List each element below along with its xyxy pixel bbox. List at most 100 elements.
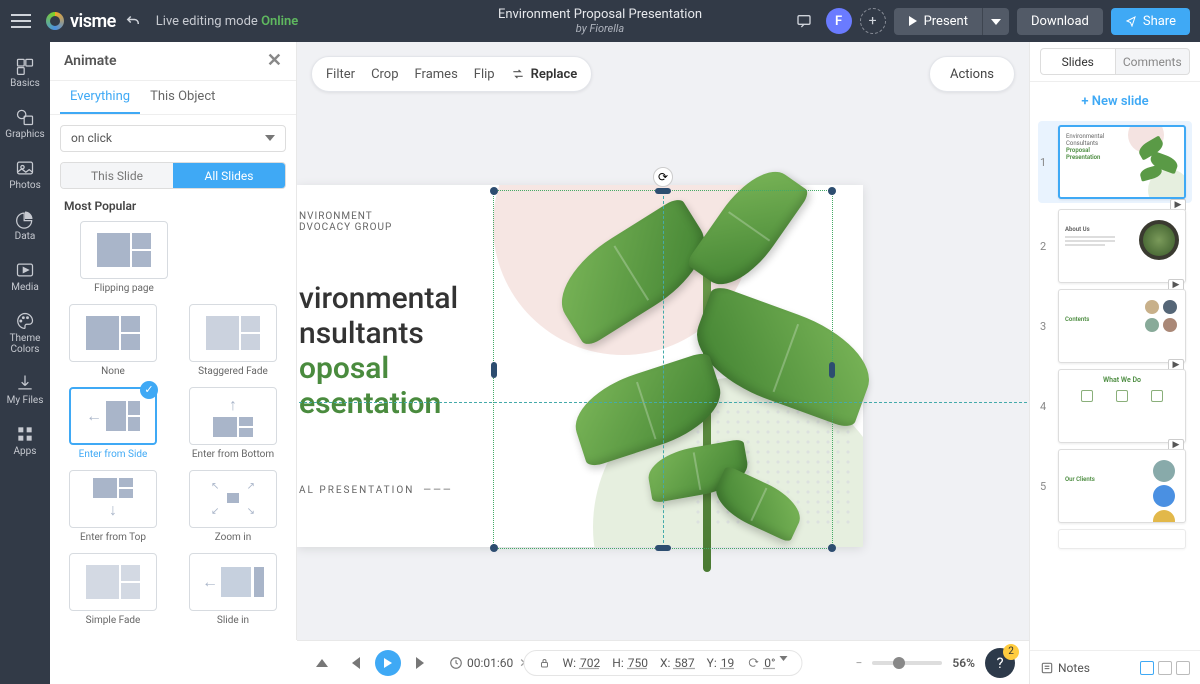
tab-this-object[interactable]: This Object xyxy=(140,81,225,114)
anim-staggered-fade[interactable]: Staggered Fade xyxy=(180,304,286,377)
anim-enter-from-top[interactable]: ↓ Enter from Top xyxy=(60,470,166,543)
rail-graphics[interactable]: Graphics xyxy=(0,101,50,146)
anim-none[interactable]: None xyxy=(60,304,166,377)
resize-handle-tr[interactable] xyxy=(828,187,836,195)
menu-button[interactable] xyxy=(0,14,42,28)
canvas-area[interactable]: Filter Crop Frames Flip Replace Actions … xyxy=(297,42,1029,640)
panel-close-button[interactable]: ✕ xyxy=(267,50,282,71)
add-collaborator-button[interactable]: + xyxy=(860,8,886,34)
rail-theme-colors[interactable]: Theme Colors xyxy=(0,305,50,361)
play-button[interactable] xyxy=(375,650,401,676)
present-dropdown[interactable] xyxy=(982,8,1009,35)
right-panel-bottom-controls: Notes xyxy=(1030,650,1200,684)
collapse-timeline-button[interactable] xyxy=(311,652,333,674)
rail-my-files[interactable]: My Files xyxy=(0,367,50,412)
slide-thumb-2[interactable]: 2 About Us ▶ xyxy=(1040,209,1190,283)
filter-button[interactable]: Filter xyxy=(326,67,355,82)
download-button[interactable]: Download xyxy=(1017,8,1103,35)
slide-thumb-3[interactable]: 3 Contents ▶ xyxy=(1040,289,1190,363)
brand-logo-icon xyxy=(46,12,64,30)
slide-thumb-1[interactable]: 1 Environmental Consultants Proposal Pre… xyxy=(1038,121,1192,203)
flip-button[interactable]: Flip xyxy=(474,67,495,82)
anim-zoom-in[interactable]: ↖↗↙↘ Zoom in xyxy=(180,470,286,543)
y-value[interactable]: 19 xyxy=(721,656,735,670)
chevron-down-icon xyxy=(265,135,275,141)
help-button[interactable]: ? 2 xyxy=(985,648,1015,678)
resize-handle-r[interactable] xyxy=(829,362,835,378)
width-value[interactable]: 702 xyxy=(580,656,600,670)
help-badge: 2 xyxy=(1003,644,1019,660)
replace-button[interactable]: Replace xyxy=(511,67,578,82)
alignment-guide-vertical xyxy=(663,191,664,548)
selected-check-icon xyxy=(140,381,158,399)
section-most-popular: Most Popular xyxy=(50,199,296,213)
scope-all-slides[interactable]: All Slides xyxy=(173,163,285,188)
slide-thumb-4[interactable]: 4 What We Do ▶ xyxy=(1040,369,1190,443)
rail-apps[interactable]: Apps xyxy=(0,418,50,463)
resize-handle-tl[interactable] xyxy=(490,187,498,195)
slide-thumb-6[interactable] xyxy=(1040,529,1190,549)
slide-thumb-5[interactable]: 5 Our Clients xyxy=(1040,449,1190,523)
zoom-value[interactable]: 56% xyxy=(952,656,975,670)
rotate-handle[interactable]: ⟳ xyxy=(653,167,673,187)
anim-flipping-page[interactable]: Flipping page xyxy=(70,221,178,294)
resize-handle-bl[interactable] xyxy=(490,544,498,552)
next-frame-button[interactable] xyxy=(411,652,433,674)
crop-button[interactable]: Crop xyxy=(371,67,398,82)
scope-toggle: This Slide All Slides xyxy=(60,162,286,189)
rail-photos[interactable]: Photos xyxy=(0,152,50,197)
context-toolbar: Filter Crop Frames Flip Replace xyxy=(311,56,592,92)
time-display: 00:01:60 ✕ xyxy=(449,656,529,670)
slides-list[interactable]: 1 Environmental Consultants Proposal Pre… xyxy=(1030,121,1200,650)
clock-icon xyxy=(449,656,463,670)
height-value[interactable]: 750 xyxy=(628,656,648,670)
chat-icon[interactable] xyxy=(790,7,818,35)
anim-enter-from-bottom[interactable]: ↑ Enter from Bottom xyxy=(180,387,286,460)
rail-media[interactable]: Media xyxy=(0,254,50,299)
trigger-select[interactable]: on click xyxy=(60,125,286,152)
slide-text-block[interactable]: NVIRONMENT DVOCACY GROUP vironmental nsu… xyxy=(299,211,458,496)
undo-button[interactable] xyxy=(124,12,142,30)
resize-handle-t[interactable] xyxy=(655,188,671,194)
bottom-bar: 00:01:60 ✕ W:702 H:750 X:587 Y:19 0° − 5… xyxy=(297,640,1029,684)
notes-button[interactable]: Notes xyxy=(1040,661,1090,675)
brand: visme xyxy=(46,11,116,32)
new-slide-button[interactable]: + New slide xyxy=(1044,94,1186,109)
x-value[interactable]: 587 xyxy=(674,656,694,670)
scope-this-slide[interactable]: This Slide xyxy=(61,163,173,188)
rail-data[interactable]: Data xyxy=(0,203,50,248)
frames-button[interactable]: Frames xyxy=(415,67,458,82)
prev-frame-button[interactable] xyxy=(343,652,365,674)
zoom-out-button[interactable]: − xyxy=(856,656,863,670)
tab-everything[interactable]: Everything xyxy=(60,81,140,114)
left-rail: Basics Graphics Photos Data Media Theme … xyxy=(0,42,50,684)
lock-icon[interactable] xyxy=(538,657,550,669)
panel-title: Animate xyxy=(64,53,117,69)
anim-simple-fade[interactable]: Simple Fade xyxy=(60,553,166,626)
share-button[interactable]: Share xyxy=(1111,8,1190,35)
grid-view-icon[interactable] xyxy=(1140,661,1154,675)
selection-bounding-box[interactable]: ⟳ xyxy=(493,190,833,549)
list-view-icon-2[interactable] xyxy=(1176,661,1190,675)
document-title[interactable]: Environment Proposal Presentation xyxy=(498,7,702,22)
anim-enter-from-side[interactable]: ← Enter from Side xyxy=(60,387,166,460)
rotation-control[interactable]: 0° xyxy=(746,656,787,670)
resize-handle-l[interactable] xyxy=(491,362,497,378)
editing-mode-status: Live editing mode Online xyxy=(156,14,299,29)
right-panel: Slides Comments + New slide 1 Environmen… xyxy=(1029,42,1200,684)
object-properties-bar: W:702 H:750 X:587 Y:19 0° xyxy=(523,650,802,676)
present-button[interactable]: Present xyxy=(894,8,982,35)
user-avatar[interactable]: F xyxy=(826,8,852,34)
tab-comments[interactable]: Comments xyxy=(1116,48,1191,75)
rail-basics[interactable]: Basics xyxy=(0,50,50,95)
tab-slides[interactable]: Slides xyxy=(1040,48,1116,75)
list-view-icon[interactable] xyxy=(1158,661,1172,675)
resize-handle-b[interactable] xyxy=(655,545,671,551)
brand-name: visme xyxy=(70,11,116,32)
zoom-slider[interactable] xyxy=(872,661,942,665)
anim-slide-in[interactable]: ← Slide in xyxy=(180,553,286,626)
animate-panel: Animate ✕ Everything This Object on clic… xyxy=(50,42,297,640)
animations-grid: Flipping page None Staggered Fade ← Ente… xyxy=(50,221,296,640)
actions-button[interactable]: Actions xyxy=(929,56,1015,92)
resize-handle-br[interactable] xyxy=(828,544,836,552)
